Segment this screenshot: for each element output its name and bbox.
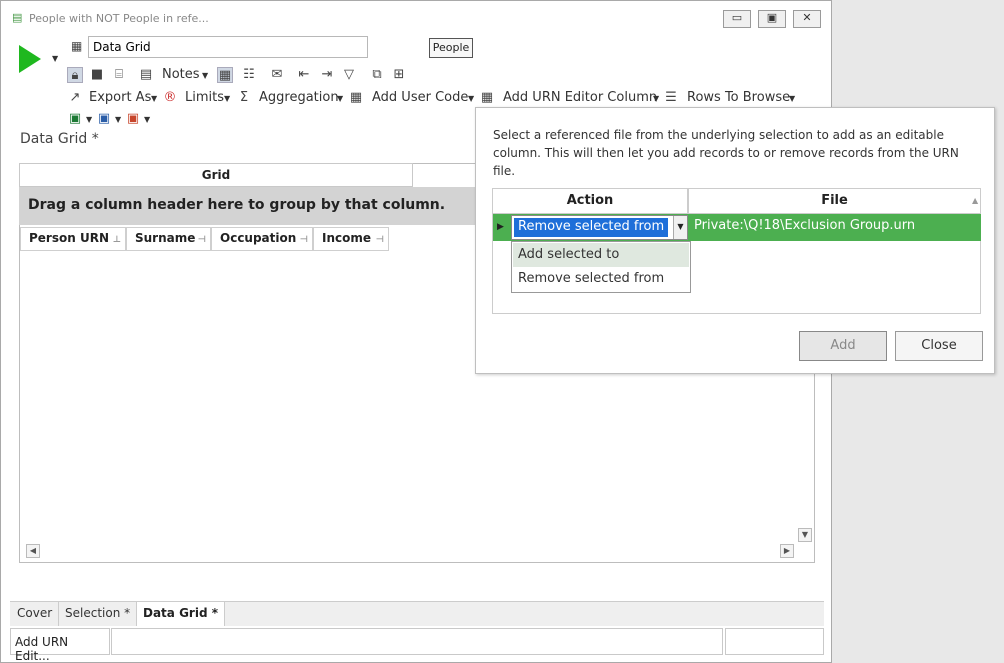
tab-cover[interactable]: Cover <box>11 602 60 626</box>
action-combobox[interactable]: Remove selected from ▼ <box>511 215 688 240</box>
pin-icon[interactable]: ⊣ <box>300 235 308 245</box>
add-urn-editor-menu[interactable]: Add URN Editor Column <box>503 90 657 105</box>
popup-description: Select a referenced file from the underl… <box>493 128 959 178</box>
aggregation-dropdown-icon[interactable]: ▼ <box>337 94 343 103</box>
group-by-area[interactable]: Drag a column header here to group by th… <box>19 187 481 225</box>
add-button[interactable]: Add <box>799 331 887 361</box>
urn-editor-dropdown-icon[interactable]: ▼ <box>653 94 659 103</box>
row-indicator-icon: ▶ <box>497 222 504 232</box>
scroll-right-button[interactable]: ▶ <box>780 544 794 558</box>
word-icon[interactable]: ▣ <box>96 111 112 127</box>
notes-menu[interactable]: Notes <box>162 67 200 82</box>
status-middle <box>111 628 723 655</box>
indent-right-icon[interactable]: ⇥ <box>319 67 335 83</box>
column-header-file[interactable]: File <box>688 188 981 214</box>
minimize-button[interactable]: ▭ <box>723 10 751 28</box>
email-icon[interactable]: ✉ <box>269 67 285 83</box>
window-icon: ▤ <box>12 11 23 24</box>
scroll-left-button[interactable]: ◀ <box>26 544 40 558</box>
people-table-button[interactable]: People <box>429 38 473 58</box>
urn-editor-popup: Select a referenced file from the underl… <box>475 107 995 374</box>
action-combobox-value[interactable]: Remove selected from <box>514 218 669 237</box>
add-user-code-menu[interactable]: Add User Code <box>372 90 468 105</box>
database-icon[interactable]: ⌸ <box>111 67 127 83</box>
pin-icon[interactable]: ⊣ <box>198 235 206 245</box>
option-add-selected-to[interactable]: Add selected to <box>513 243 689 267</box>
indent-left-icon[interactable]: ⇤ <box>296 67 312 83</box>
column-header-person-urn[interactable]: Person URN ⊥ <box>20 227 126 251</box>
sort-asc-icon: ▲ <box>972 196 979 205</box>
run-dropdown-icon[interactable]: ▼ <box>52 54 58 63</box>
aggregation-menu[interactable]: Aggregation <box>259 90 339 105</box>
grid-view-icon[interactable]: ▦ <box>217 67 233 83</box>
sigma-icon[interactable]: Σ <box>236 90 252 106</box>
excel-icon[interactable]: ▣ <box>67 111 83 127</box>
status-text: Add URN Edit... <box>10 628 110 663</box>
file-cell[interactable]: Private:\Q!18\Exclusion Group.urn <box>694 218 915 233</box>
grid-icon: ▦ <box>71 39 83 53</box>
export-dropdown-icon[interactable]: ▼ <box>151 94 157 103</box>
tab-grid[interactable]: Grid <box>19 163 413 187</box>
powerpoint-icon[interactable]: ▣ <box>125 111 141 127</box>
export-as-menu[interactable]: Export As <box>89 90 151 105</box>
export-icon[interactable]: ↗ <box>67 90 83 106</box>
action-dropdown-list: Add selected to Remove selected from <box>511 241 691 293</box>
status-right <box>725 628 824 655</box>
column-header-occupation[interactable]: Occupation ⊣ <box>211 227 313 251</box>
notes-dropdown-icon[interactable]: ▼ <box>202 71 208 80</box>
tab-data-grid[interactable]: Data Grid * <box>137 602 225 626</box>
window-title: People with NOT People in refe... <box>29 12 209 25</box>
rows-icon[interactable]: ☰ <box>663 90 679 106</box>
close-button[interactable]: Close <box>895 331 983 361</box>
scroll-down-button[interactable]: ▼ <box>798 528 812 542</box>
rows-dropdown-icon[interactable]: ▼ <box>789 94 795 103</box>
column-header-action[interactable]: Action <box>492 188 688 214</box>
option-remove-selected-from[interactable]: Remove selected from <box>513 267 689 291</box>
chevron-down-icon[interactable]: ▼ <box>673 216 687 239</box>
notes-icon[interactable]: ▤ <box>138 67 154 83</box>
rows-to-browse-menu[interactable]: Rows To Browse <box>687 90 790 105</box>
document-title: Data Grid * <box>20 131 99 147</box>
pin-icon[interactable]: ⊣ <box>376 235 384 245</box>
word-dropdown-icon[interactable]: ▼ <box>115 115 121 124</box>
save-icon[interactable]: ■ <box>89 67 105 83</box>
run-icon[interactable] <box>19 45 41 73</box>
column-header-income[interactable]: Income ⊣ <box>313 227 389 251</box>
tab-selection[interactable]: Selection * <box>59 602 138 626</box>
excel-dropdown-icon[interactable]: ▼ <box>86 115 92 124</box>
limits-menu[interactable]: Limits <box>185 90 224 105</box>
limits-dropdown-icon[interactable]: ▼ <box>224 94 230 103</box>
powerpoint-dropdown-icon[interactable]: ▼ <box>144 115 150 124</box>
lock-icon[interactable]: 🔒︎ <box>67 67 83 83</box>
urn-editor-icon[interactable]: ▦ <box>479 90 495 106</box>
user-code-dropdown-icon[interactable]: ▼ <box>468 94 474 103</box>
maximize-button[interactable]: ▣ <box>758 10 786 28</box>
table-icon[interactable]: ⊞ <box>391 67 407 83</box>
pin-icon[interactable]: ⊥ <box>113 235 121 245</box>
copy-icon[interactable]: ⧉ <box>369 67 385 83</box>
close-window-button[interactable]: ✕ <box>793 10 821 28</box>
filter-icon[interactable]: ▽ <box>341 67 357 83</box>
limits-icon[interactable]: ® <box>162 90 178 106</box>
user-code-icon[interactable]: ▦ <box>348 90 364 106</box>
name-input[interactable] <box>88 36 368 58</box>
columns-icon[interactable]: ☷ <box>241 67 257 83</box>
title-bar: ▤ People with NOT People in refe... ▭ ▣ … <box>1 1 831 33</box>
column-header-surname[interactable]: Surname ⊣ <box>126 227 211 251</box>
